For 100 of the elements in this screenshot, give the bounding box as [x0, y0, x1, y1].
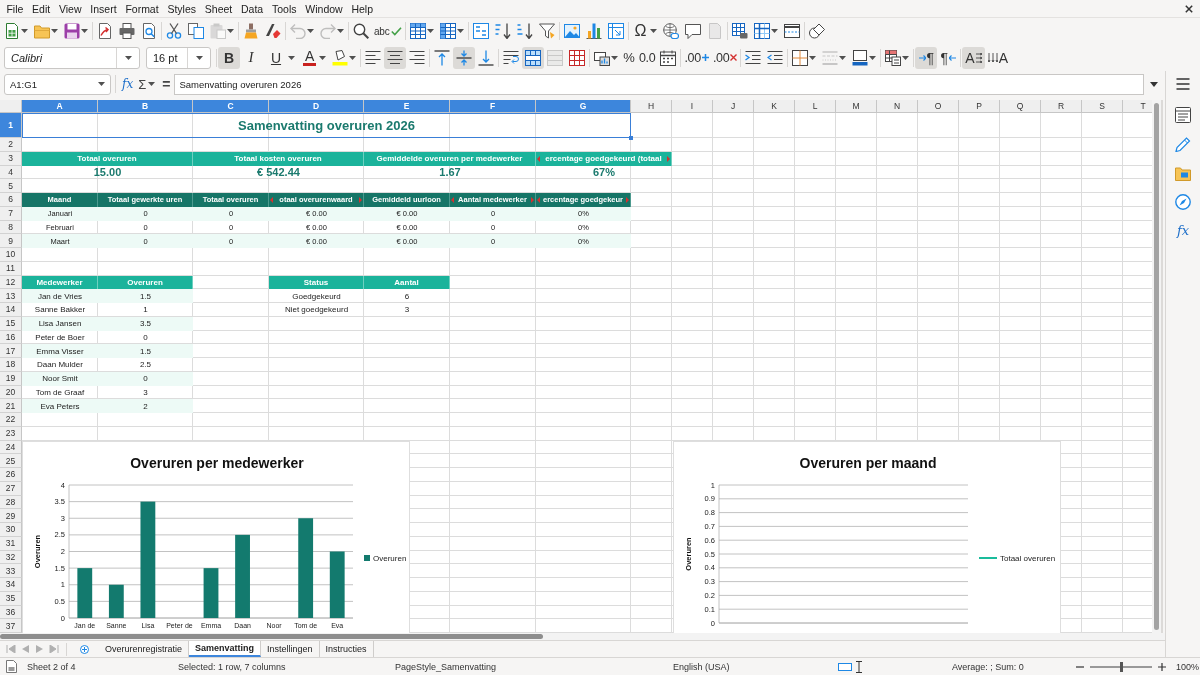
- column-header[interactable]: N: [877, 100, 918, 113]
- row-header[interactable]: 17: [0, 344, 22, 358]
- menu-item[interactable]: Help: [347, 2, 378, 15]
- column-header[interactable]: T: [1123, 100, 1152, 113]
- caret-icon[interactable]: [1150, 81, 1158, 87]
- caret-icon[interactable]: [227, 29, 234, 33]
- underline-button[interactable]: U: [265, 46, 287, 69]
- font-size-field[interactable]: 16 pt: [146, 46, 211, 69]
- font-name-field[interactable]: Calibri: [4, 46, 140, 69]
- caret-icon[interactable]: [81, 29, 88, 33]
- name-box[interactable]: A1:G1: [4, 73, 111, 95]
- spreadsheet-document-icon[interactable]: [4, 23, 20, 39]
- column-header[interactable]: H: [631, 100, 672, 113]
- row-header[interactable]: 9: [0, 234, 22, 248]
- caret-icon[interactable]: [611, 55, 619, 60]
- column-header[interactable]: F: [450, 100, 536, 113]
- selection-mode-icon[interactable]: [838, 662, 852, 671]
- row-header[interactable]: 1: [0, 113, 22, 138]
- border-color-icon[interactable]: [852, 49, 869, 66]
- row-header[interactable]: 10: [0, 248, 22, 262]
- font-color-button[interactable]: A: [301, 46, 319, 69]
- conditional-format-icon[interactable]: [885, 49, 902, 66]
- plus-circle-icon[interactable]: [80, 644, 89, 654]
- caret-icon[interactable]: [319, 55, 327, 60]
- caret-icon[interactable]: [124, 55, 132, 60]
- delete-decimal-button[interactable]: .00: [710, 46, 740, 69]
- column-header[interactable]: K: [754, 100, 795, 113]
- column-header[interactable]: G: [536, 100, 631, 113]
- plus-icon[interactable]: [1158, 662, 1166, 671]
- number-format-icon[interactable]: [594, 49, 611, 66]
- eraser-icon[interactable]: [265, 23, 281, 39]
- sum-button[interactable]: Σ: [137, 76, 148, 92]
- row-header[interactable]: 29: [0, 509, 22, 523]
- column-header[interactable]: C: [193, 100, 269, 113]
- column-header[interactable]: B: [98, 100, 193, 113]
- fill-handle[interactable]: [629, 136, 633, 140]
- formula-input[interactable]: Samenvatting overuren 2026: [174, 73, 1144, 95]
- compass-icon[interactable]: [1175, 194, 1191, 210]
- caret-icon[interactable]: [839, 55, 847, 60]
- table-rows-icon[interactable]: [409, 23, 426, 39]
- document-arrow-icon[interactable]: [97, 23, 113, 39]
- caret-icon[interactable]: [902, 55, 910, 60]
- column-header[interactable]: S: [1082, 100, 1123, 113]
- calendar-icon[interactable]: [660, 49, 677, 66]
- indent-increase-icon[interactable]: [745, 49, 762, 66]
- column-header[interactable]: D: [269, 100, 364, 113]
- row-header[interactable]: 22: [0, 413, 22, 427]
- row-header[interactable]: 21: [0, 399, 22, 413]
- pen-icon[interactable]: [1175, 136, 1191, 152]
- caret-icon[interactable]: [770, 29, 778, 33]
- menu-item[interactable]: Insert: [85, 2, 121, 15]
- menu-item[interactable]: Format: [121, 2, 164, 15]
- slider-thumb[interactable]: [1119, 661, 1123, 672]
- document-magnifier-icon[interactable]: [141, 23, 157, 39]
- row-header[interactable]: 2: [0, 138, 22, 152]
- row-header[interactable]: 30: [0, 523, 22, 537]
- row-header[interactable]: 5: [0, 179, 22, 193]
- row-header[interactable]: 37: [0, 619, 22, 633]
- bar-chart-icon[interactable]: [585, 23, 602, 39]
- caret-icon[interactable]: [649, 29, 657, 33]
- text-vertical-button[interactable]: A: [984, 46, 1012, 69]
- close-icon[interactable]: [1185, 4, 1193, 13]
- caret-icon[interactable]: [21, 29, 28, 33]
- menu-item[interactable]: View: [54, 2, 86, 15]
- caret-icon[interactable]: [148, 82, 156, 86]
- unmerge-cells-icon[interactable]: [569, 49, 586, 66]
- menu-item[interactable]: File: [2, 2, 28, 15]
- caret-icon[interactable]: [97, 82, 105, 86]
- column-header[interactable]: L: [795, 100, 836, 113]
- column-header[interactable]: M: [836, 100, 877, 113]
- copy-icon[interactable]: [188, 23, 204, 39]
- functions-button[interactable]: fx: [1170, 223, 1196, 239]
- caret-icon[interactable]: [288, 55, 295, 60]
- funnel-icon[interactable]: [538, 23, 555, 39]
- spelling-button[interactable]: abc: [372, 20, 404, 42]
- menu-item[interactable]: Tools: [267, 2, 301, 15]
- split-window-icon[interactable]: [783, 23, 800, 39]
- pivot-table-icon[interactable]: [607, 23, 624, 39]
- shapes-icon[interactable]: [808, 23, 825, 39]
- row-header[interactable]: 6: [0, 193, 22, 207]
- caret-icon[interactable]: [426, 29, 434, 33]
- italic-button[interactable]: I: [240, 46, 262, 69]
- row-header[interactable]: 26: [0, 468, 22, 482]
- borders-icon[interactable]: [792, 49, 809, 66]
- caret-icon[interactable]: [349, 55, 357, 60]
- column-header[interactable]: O: [918, 100, 959, 113]
- minus-icon[interactable]: [1076, 665, 1084, 668]
- column-header[interactable]: R: [1041, 100, 1082, 113]
- properties-icon[interactable]: [1175, 107, 1191, 123]
- column-header[interactable]: I: [672, 100, 713, 113]
- left-to-right-button[interactable]: ¶: [915, 46, 938, 69]
- caret-icon[interactable]: [869, 55, 877, 60]
- document-icon[interactable]: [5, 660, 17, 673]
- bold-button[interactable]: B: [218, 46, 240, 69]
- menu-item[interactable]: Styles: [163, 2, 201, 15]
- number-format-button[interactable]: 0.0: [636, 46, 658, 69]
- menu-icon[interactable]: [1176, 77, 1190, 91]
- right-to-left-button[interactable]: ¶: [937, 46, 960, 69]
- sort-icon[interactable]: [472, 23, 489, 39]
- speech-bubble-icon[interactable]: [684, 23, 701, 39]
